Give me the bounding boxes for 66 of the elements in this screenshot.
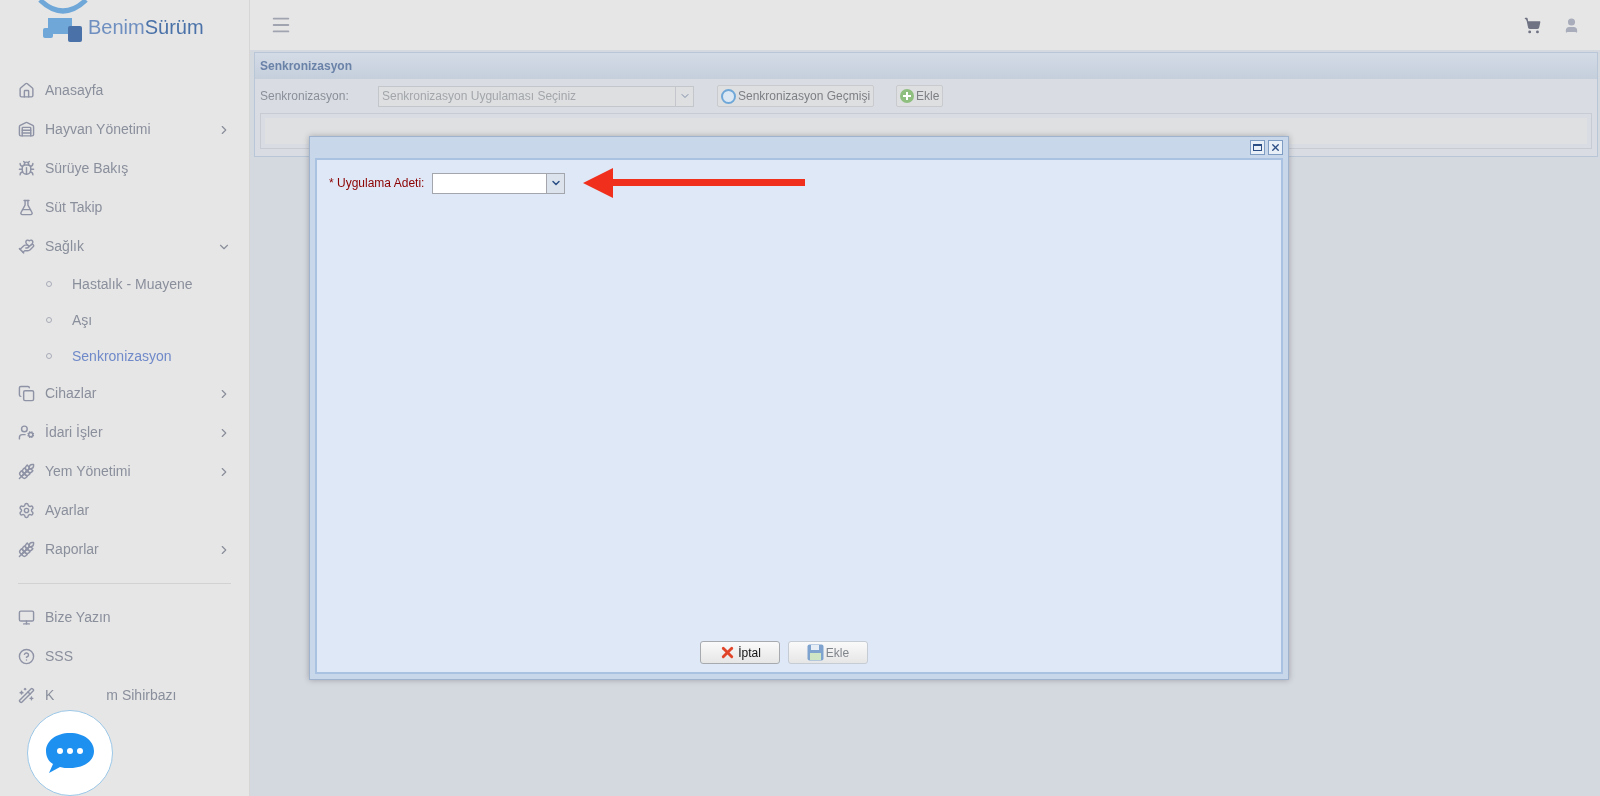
- monitor-icon: [18, 609, 35, 626]
- question-icon: [18, 648, 35, 665]
- sidebar-label: İdari İşler: [45, 423, 104, 442]
- dropdown-icon: [546, 173, 565, 193]
- sidebar-item[interactable]: Hayvan Yönetimi: [0, 110, 249, 149]
- copy-icon: [18, 385, 35, 402]
- arrow-icon: [583, 168, 806, 198]
- sidebar-label: Anasayfa: [45, 81, 105, 100]
- sidebar-label: Bize Yazın: [45, 608, 112, 627]
- house-icon: [18, 82, 35, 99]
- refresh-icon: [721, 88, 736, 104]
- sidebar-label: Hayvan Yönetimi: [45, 120, 152, 139]
- plus-icon: [900, 89, 915, 103]
- submenu-item[interactable]: Aşı: [0, 302, 249, 338]
- placeholder-text: Senkronizasyon Uygulaması Seçiniz: [381, 87, 578, 105]
- submenu-item[interactable]: Senkronizasyon: [0, 338, 249, 374]
- sidebar-item[interactable]: K m Sihirbazı: [0, 676, 249, 715]
- dialog-button[interactable]: İptal: [700, 641, 780, 664]
- sidebar-label: Sürüye Bakış: [45, 159, 130, 178]
- sidebar-item[interactable]: Sağlık: [0, 227, 249, 266]
- close-icon: [1270, 142, 1281, 153]
- submenu-item[interactable]: Hastalık - Muayene: [0, 266, 249, 302]
- sidebar-label: Raporlar: [45, 540, 100, 559]
- combo-field[interactable]: [432, 172, 566, 194]
- sidebar-item[interactable]: Raporlar: [0, 530, 249, 569]
- panel-title: Senkronizasyon: [260, 58, 353, 75]
- submenu-label: Hastalık - Muayene: [72, 274, 193, 294]
- sidebar-item[interactable]: Sürüye Bakış: [0, 149, 249, 188]
- close-button[interactable]: [1268, 140, 1283, 155]
- cart-icon[interactable]: [1524, 16, 1541, 34]
- toolbar-button[interactable]: Ekle: [896, 85, 944, 107]
- sidebar-label: SSS: [45, 647, 74, 666]
- sidebar-item[interactable]: Ayarlar: [0, 491, 249, 530]
- wheat-icon: [18, 463, 35, 480]
- required-field-label: * Uygulama Adeti:: [329, 175, 425, 192]
- sidebar-label: m Sihirbazı: [106, 686, 177, 705]
- flask-icon: [18, 199, 35, 216]
- sidebar-label: Yem Yönetimi: [45, 462, 132, 481]
- toolbar-button[interactable]: Senkronizasyon Geçmişi: [717, 85, 875, 107]
- select-field[interactable]: Senkronizasyon Uygulaması Seçiniz: [378, 85, 694, 107]
- maximize-button[interactable]: [1250, 140, 1265, 155]
- sidebar-item[interactable]: SSS: [0, 637, 249, 676]
- user-icon[interactable]: [1563, 16, 1580, 34]
- settings-icon: [18, 502, 35, 519]
- logo-text: BenimSürüm: [88, 15, 204, 40]
- chat-bubble-icon: [45, 731, 95, 775]
- maximize-icon: [1253, 144, 1262, 151]
- sidebar-label: Süt Takip: [45, 198, 104, 217]
- hand-heart-icon: [18, 238, 35, 255]
- sidebar-item[interactable]: Süt Takip: [0, 188, 249, 227]
- sidebar-item[interactable]: Anasayfa: [0, 71, 249, 110]
- sidebar-label: K: [45, 686, 55, 705]
- sidebar-item[interactable]: Bize Yazın: [0, 598, 249, 637]
- submenu-label: Senkronizasyon: [72, 346, 172, 366]
- sidebar-label: Sağlık: [45, 237, 85, 256]
- wheat-icon: [18, 541, 35, 558]
- sidebar-item[interactable]: Cihazlar: [0, 374, 249, 413]
- field-label: Senkronizasyon:: [260, 88, 350, 105]
- wand-icon: [18, 687, 35, 704]
- sidebar-label: Ayarlar: [45, 501, 91, 520]
- user-gear-icon: [18, 424, 35, 441]
- sidebar-item[interactable]: Yem Yönetimi: [0, 452, 249, 491]
- sidebar-label: Cihazlar: [45, 384, 98, 403]
- sidebar-item[interactable]: İdari İşler: [0, 413, 249, 452]
- submenu-label: Aşı: [72, 310, 93, 330]
- barn-icon: [18, 121, 35, 138]
